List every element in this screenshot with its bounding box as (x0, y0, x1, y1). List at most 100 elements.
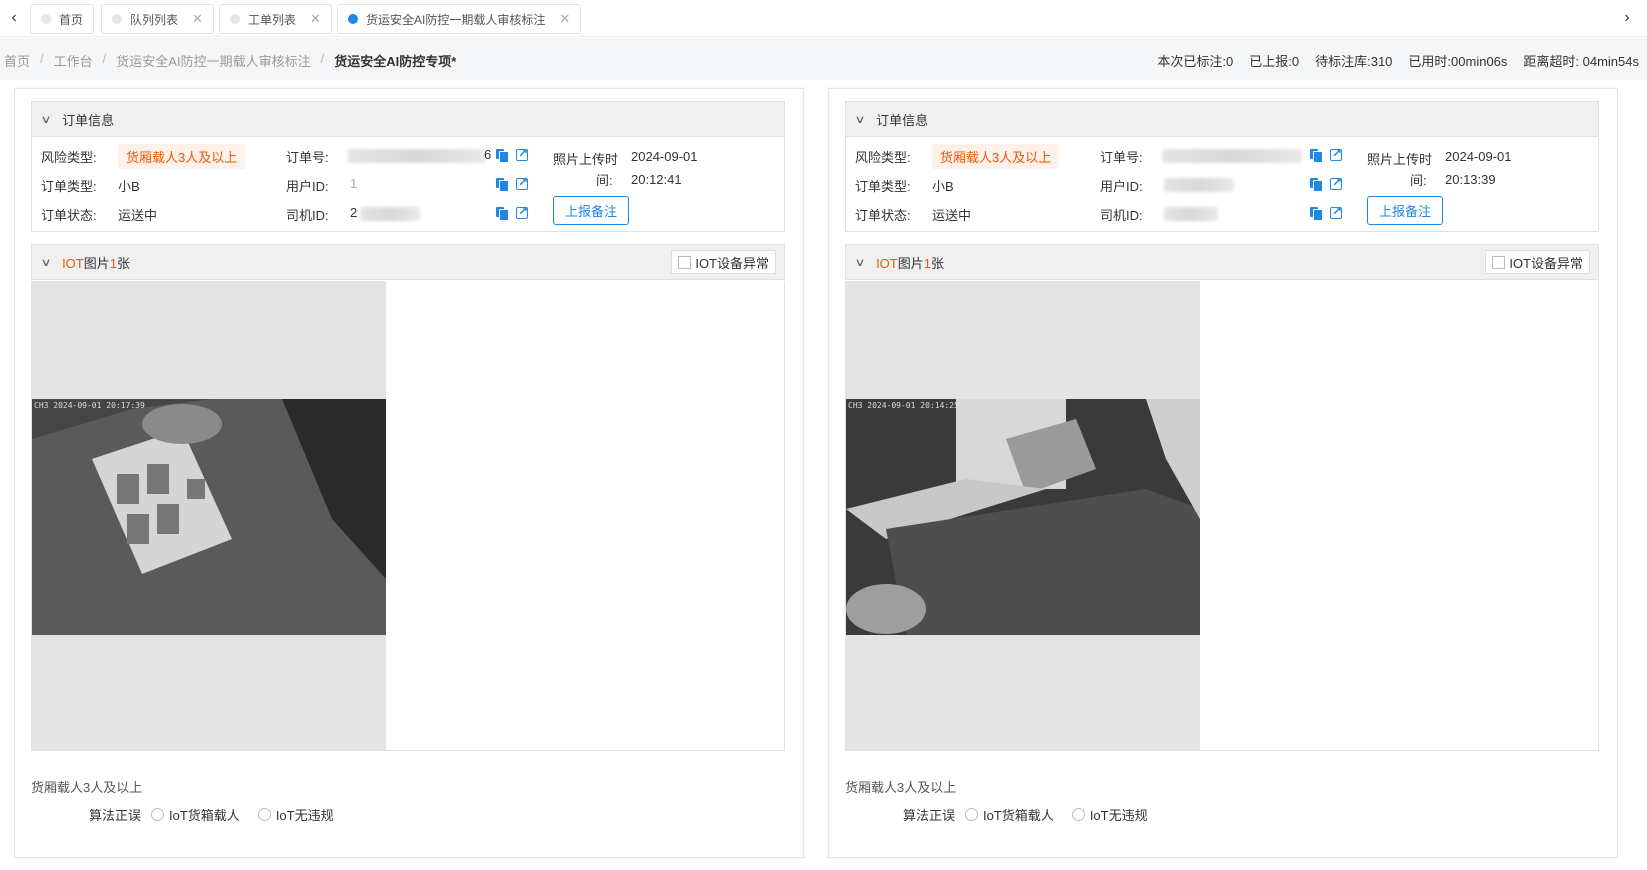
iot-prefix: IOT (876, 255, 898, 271)
chevron-down-icon[interactable]: ∨ (854, 256, 865, 269)
iot-images-title: IOT图片1张 (876, 253, 944, 272)
breadcrumb-home[interactable]: 首页 (4, 51, 30, 70)
order-no-label: 订单号: (1100, 150, 1143, 165)
order-info-header[interactable]: ∨ 订单信息 (845, 101, 1599, 137)
radio-circle[interactable] (151, 808, 165, 821)
upload-time-label-cont: 间: (596, 173, 613, 188)
user-id-redacted (1164, 178, 1234, 192)
upload-time: 20:12:41 (631, 172, 682, 187)
tab-ticket-list[interactable]: 工单列表 ✕ (219, 4, 332, 34)
report-note-button[interactable]: 上报备注 (1367, 196, 1444, 225)
tab-status-dot-icon (112, 14, 122, 24)
upload-time-label-cont: 间: (1410, 173, 1427, 188)
iot-photo[interactable]: CH3 2024-09-01 20:14:25 (846, 399, 1200, 635)
stat-reported: 已上报:0 (1249, 54, 1300, 69)
order-no-redacted (348, 149, 486, 163)
iot-image-area: CH3 2024-09-01 20:14:25 (845, 281, 1599, 751)
driver-id-head: 2 (350, 205, 358, 220)
upload-time-label: 照片上传时 (553, 152, 619, 167)
algo-correctness-label: 算法正误 (89, 808, 142, 823)
tab-queue-list[interactable]: 队列列表 ✕ (101, 4, 214, 34)
iot-abnormal-label: IOT设备异常 (1509, 255, 1583, 271)
chevron-down-icon[interactable]: ∨ (40, 113, 51, 126)
upload-date: 2024-09-01 (631, 149, 698, 164)
radio-iot-no-violation[interactable]: IoT无违规 (257, 805, 334, 824)
external-link-icon[interactable] (1330, 146, 1342, 161)
radio-circle[interactable] (257, 808, 271, 821)
chevron-down-icon[interactable]: ∨ (40, 256, 51, 269)
upload-time: 20:13:39 (1445, 172, 1496, 187)
copy-icon[interactable] (494, 206, 509, 221)
radio-label: IoT无违规 (1089, 808, 1148, 823)
algo-correctness-label: 算法正误 (903, 808, 956, 823)
chevron-down-icon[interactable]: ∨ (854, 113, 865, 126)
iot-images-header[interactable]: ∨ IOT图片1张 IOT设备异常 (31, 244, 785, 280)
breadcrumb: 首页 / 工作台 / 货运安全AI防控一期载人审核标注 / 货运安全AI防控专项… (4, 51, 456, 70)
copy-icon[interactable] (1308, 148, 1323, 163)
iot-abnormal-checkbox[interactable]: IOT设备异常 (1485, 250, 1590, 274)
image-frame[interactable]: CH3 2024-09-01 20:17:39 (32, 281, 386, 750)
report-note-button[interactable]: 上报备注 (553, 196, 630, 225)
external-link-icon[interactable] (1330, 204, 1342, 219)
tab-annotation[interactable]: 货运安全AI防控一期载人审核标注 ✕ (337, 4, 582, 34)
radio-iot-no-violation[interactable]: IoT无违规 (1071, 805, 1148, 824)
stat-timeout: 距离超时: 04min54s (1523, 54, 1639, 69)
review-panel-left: ∨ 订单信息 风险类型: 货厢载人3人及以上 订单类型: 小B 订单状态: 运送… (14, 88, 804, 858)
breadcrumb-separator: / (40, 51, 44, 66)
order-info-header[interactable]: ∨ 订单信息 (31, 101, 785, 137)
order-status-value: 运送中 (932, 208, 972, 223)
driver-id-label: 司机ID: (1100, 208, 1143, 223)
driver-id-redacted (1164, 207, 1218, 221)
checkbox-box[interactable] (1492, 255, 1506, 269)
close-icon[interactable]: ✕ (192, 11, 203, 27)
tab-scroll-right-icon[interactable]: › (1617, 8, 1637, 28)
algo-correctness-group: 算法正误 IoT货箱载人 IoT无违规 (903, 805, 1166, 824)
breadcrumb-separator: / (102, 51, 107, 66)
user-id-head: 1 (350, 176, 358, 191)
stat-labeled: 本次已标注:0 (1157, 54, 1234, 69)
iot-image-area: CH3 2024-09-01 20:17:39 (31, 281, 785, 751)
radio-circle[interactable] (1071, 808, 1085, 821)
order-type-value: 小B (118, 179, 140, 194)
risk-type-tag: 货厢载人3人及以上 (932, 144, 1060, 169)
external-link-icon[interactable] (516, 175, 528, 190)
image-frame[interactable]: CH3 2024-09-01 20:14:25 (846, 281, 1200, 750)
tab-home[interactable]: 首页 (30, 4, 95, 34)
radio-label: IoT无违规 (275, 808, 334, 823)
radio-label: IoT货箱载人 (169, 808, 240, 823)
breadcrumb-task[interactable]: 货运安全AI防控一期载人审核标注 (116, 51, 310, 70)
close-icon[interactable]: ✕ (310, 11, 321, 27)
iot-images-header[interactable]: ∨ IOT图片1张 IOT设备异常 (845, 244, 1599, 280)
copy-icon[interactable] (1308, 177, 1323, 192)
tab-label: 货运安全AI防控一期载人审核标注 (366, 12, 546, 27)
radio-label: IoT货箱载人 (983, 808, 1054, 823)
external-link-icon[interactable] (516, 204, 528, 219)
copy-icon[interactable] (494, 177, 509, 192)
copy-icon[interactable] (1308, 206, 1323, 221)
external-link-icon[interactable] (516, 146, 528, 161)
external-link-icon[interactable] (1330, 175, 1342, 190)
radio-iot-cargo-person[interactable]: IoT货箱载人 (965, 805, 1054, 824)
tab-status-dot-icon (230, 14, 240, 24)
driver-id-label: 司机ID: (286, 208, 329, 223)
tab-scroll-left-icon[interactable]: ‹ (4, 8, 24, 28)
user-id-label: 用户ID: (1100, 179, 1143, 194)
checkbox-box[interactable] (678, 255, 692, 269)
radio-circle[interactable] (965, 808, 979, 821)
radio-iot-cargo-person[interactable]: IoT货箱载人 (151, 805, 240, 824)
risk-type-label: 风险类型: (41, 150, 97, 165)
stat-elapsed: 已用时:00min06s (1408, 54, 1508, 69)
iot-suffix: 张 (930, 255, 944, 271)
iot-abnormal-checkbox[interactable]: IOT设备异常 (671, 250, 776, 274)
iot-photo[interactable]: CH3 2024-09-01 20:17:39 (32, 399, 386, 635)
breadcrumb-workbench[interactable]: 工作台 (54, 51, 93, 70)
upload-time-label: 照片上传时 (1367, 152, 1433, 167)
close-icon[interactable]: ✕ (559, 11, 570, 27)
risk-type-tag: 货厢载人3人及以上 (118, 144, 246, 169)
breadcrumb-separator: / (320, 51, 325, 66)
order-status-label: 订单状态: (41, 208, 97, 223)
tab-label: 队列列表 (130, 12, 179, 27)
copy-icon[interactable] (494, 148, 509, 163)
order-type-value: 小B (932, 179, 954, 194)
result-label: 货厢载人3人及以上 (845, 780, 957, 795)
